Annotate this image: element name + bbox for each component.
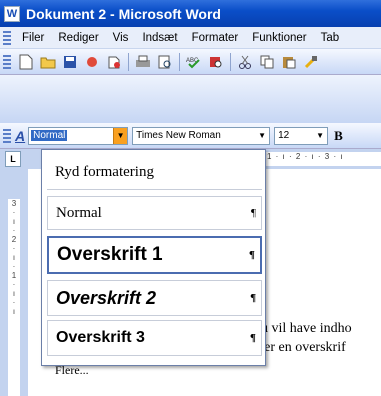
style-option-label: Ryd formatering <box>55 164 154 180</box>
standard-toolbar: ABC <box>0 49 381 75</box>
vertical-ruler-strip: 3 · ı · 2 · ı · 1 · ı · ı <box>8 199 20 396</box>
copy-icon[interactable] <box>257 52 277 72</box>
permission-icon[interactable] <box>82 52 102 72</box>
toolbar-separator <box>230 52 231 71</box>
document-line-1: du vil have indho <box>254 321 352 336</box>
save-icon[interactable] <box>60 52 80 72</box>
menu-formater[interactable]: Formater <box>185 32 246 44</box>
research-icon[interactable] <box>206 52 226 72</box>
style-value: Normal <box>31 130 68 141</box>
cut-icon[interactable] <box>235 52 255 72</box>
paragraph-mark-icon: ¶ <box>251 207 256 219</box>
style-option-label: Flere... <box>55 362 89 377</box>
print-preview-icon[interactable] <box>155 52 175 72</box>
chevron-down-icon[interactable]: ▼ <box>313 128 327 144</box>
style-option-label: Overskrift 3 <box>56 329 145 346</box>
menu-filer[interactable]: Filer <box>15 32 51 44</box>
spelling-icon[interactable]: ABC <box>184 52 204 72</box>
paragraph-mark-icon: ¶ <box>250 332 256 344</box>
toolbar-separator <box>128 52 129 71</box>
style-dropdown-button[interactable]: ▼ <box>113 127 128 144</box>
menu-vis[interactable]: Vis <box>106 32 136 44</box>
paragraph-mark-icon: ¶ <box>250 292 257 304</box>
styles-pane-icon[interactable]: A <box>15 128 25 144</box>
menu-tabel[interactable]: Tab <box>314 32 347 44</box>
style-option-normal[interactable]: Normal ¶ <box>47 196 262 230</box>
style-option-label: Normal <box>56 204 102 221</box>
menu-funktioner[interactable]: Funktioner <box>245 32 313 44</box>
style-combobox[interactable]: Normal ▼ <box>28 126 129 145</box>
word-app-icon[interactable]: W <box>4 5 20 22</box>
toolbar-grip-icon[interactable] <box>3 128 11 143</box>
format-painter-icon[interactable] <box>301 52 321 72</box>
toolbar-area <box>0 75 381 123</box>
new-document-icon[interactable] <box>16 52 36 72</box>
bold-button[interactable]: B <box>334 128 343 144</box>
font-value: Times New Roman <box>136 130 221 141</box>
paragraph-mark-icon: ¶ <box>249 249 255 261</box>
open-folder-icon[interactable] <box>38 52 58 72</box>
style-option-overskrift-3[interactable]: Overskrift 3 ¶ <box>47 320 262 356</box>
font-size-combobox[interactable]: 12 ▼ <box>274 126 329 145</box>
print-icon[interactable] <box>133 52 153 72</box>
menu-rediger[interactable]: Rediger <box>51 32 105 44</box>
style-option-label: Overskrift 1 <box>57 244 163 265</box>
title-bar: W Dokument 2 - Microsoft Word <box>0 0 381 27</box>
toolbar-separator <box>179 52 180 71</box>
menu-indsaet[interactable]: Indsæt <box>135 32 184 44</box>
chevron-down-icon[interactable]: ▼ <box>255 128 269 144</box>
font-combobox[interactable]: Times New Roman ▼ <box>132 126 271 145</box>
style-option-flere[interactable]: Flere... <box>47 358 262 382</box>
style-option-label: Overskrift 2 <box>56 287 157 308</box>
style-option-ryd-formatering[interactable]: Ryd formatering <box>47 156 262 190</box>
style-option-overskrift-1[interactable]: Overskrift 1 ¶ <box>47 236 262 274</box>
style-option-overskrift-2[interactable]: Overskrift 2 ¶ <box>47 280 262 316</box>
toolbar-grip-icon[interactable] <box>3 30 11 45</box>
formatting-toolbar: A Normal ▼ Times New Roman ▼ 12 ▼ B <box>0 123 381 149</box>
menu-bar: Filer Rediger Vis Indsæt Formater Funkti… <box>0 27 381 49</box>
vertical-ruler: 3 · ı · 2 · ı · 1 · ı · ı <box>0 169 28 396</box>
font-size-value: 12 <box>278 130 290 141</box>
style-dropdown-list: Ryd formatering Normal ¶ Overskrift 1 ¶ … <box>41 149 266 377</box>
horizontal-ruler[interactable]: 1 · ı · 2 · ı · 3 · ı <box>265 152 381 166</box>
paste-icon[interactable] <box>279 52 299 72</box>
window-title: Dokument 2 - Microsoft Word <box>26 5 221 22</box>
tab-selector[interactable]: L <box>5 151 21 167</box>
email-icon[interactable] <box>104 52 124 72</box>
toolbar-grip-icon[interactable] <box>3 54 11 69</box>
document-line-2: vær en overskrif <box>254 340 346 355</box>
